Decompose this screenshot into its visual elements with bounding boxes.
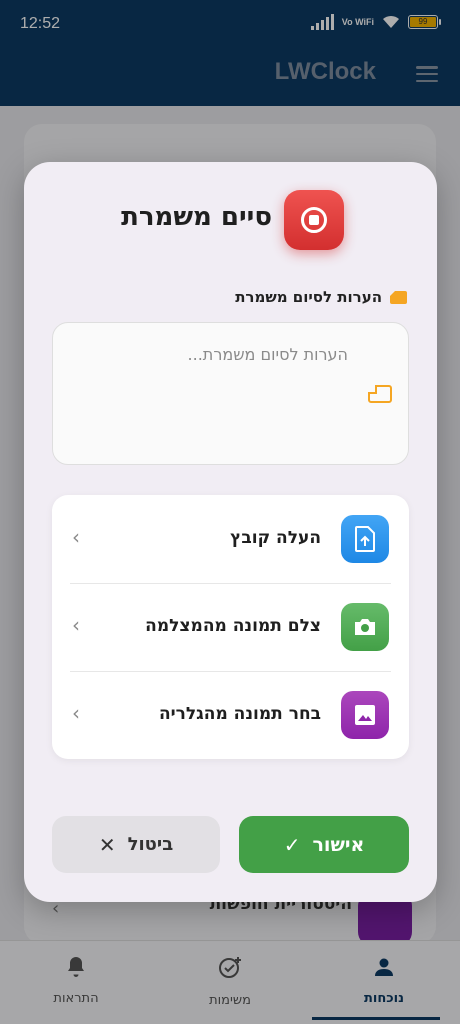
chevron-left-icon: ‹ [72, 701, 80, 725]
note-outline-icon [368, 385, 392, 403]
confirm-button[interactable]: אישור ✓ [239, 816, 409, 873]
notes-placeholder: הערות לסיום משמרת... [187, 345, 348, 364]
end-shift-dialog: סיים משמרת הערות לסיום משמרת הערות לסיום… [24, 162, 437, 902]
option-label: בחר תמונה מהגלריה [158, 704, 321, 724]
option-take-photo[interactable]: צלם תמונה מהמצלמה ‹ [52, 583, 409, 671]
stop-icon [284, 190, 344, 250]
notes-label-row: הערות לסיום משמרת [235, 288, 407, 306]
chevron-left-icon: ‹ [72, 613, 80, 637]
cancel-label: ביטול [127, 834, 174, 855]
cancel-button[interactable]: ביטול ✕ [52, 816, 220, 873]
confirm-label: אישור [312, 833, 365, 856]
file-upload-icon [341, 515, 389, 563]
attachment-options: העלה קובץ ‹ צלם תמונה מהמצלמה ‹ בחר תמונ… [52, 495, 409, 759]
option-label: העלה קובץ [230, 528, 321, 548]
note-icon [390, 290, 407, 304]
notes-input[interactable]: הערות לסיום משמרת... [52, 322, 409, 465]
check-icon: ✓ [283, 832, 301, 857]
close-icon: ✕ [98, 832, 116, 857]
dialog-title: סיים משמרת [121, 202, 272, 232]
option-choose-gallery[interactable]: בחר תמונה מהגלריה ‹ [52, 671, 409, 759]
option-label: צלם תמונה מהמצלמה [145, 616, 321, 636]
camera-icon [341, 603, 389, 651]
notes-label: הערות לסיום משמרת [235, 288, 382, 306]
chevron-left-icon: ‹ [72, 525, 80, 549]
gallery-icon [341, 691, 389, 739]
option-upload-file[interactable]: העלה קובץ ‹ [52, 495, 409, 583]
